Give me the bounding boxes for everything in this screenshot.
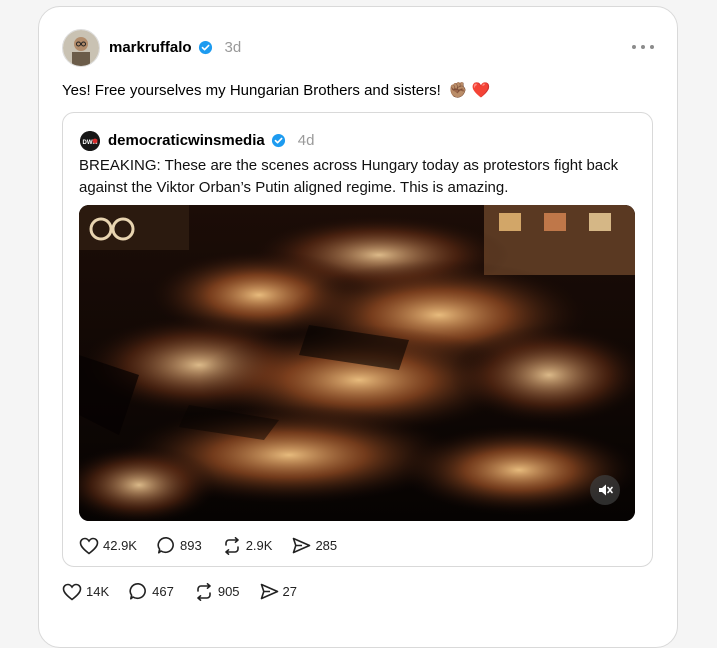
share-count: 285 [315,538,338,553]
post-actions: 14K 467 905 27 [62,582,317,601]
quoted-author: democraticwinsmedia 4d [108,132,314,149]
share-icon [293,537,311,554]
avatar[interactable] [62,29,100,67]
repost-button[interactable]: 905 [194,582,240,601]
comment-button[interactable]: 467 [129,582,174,601]
repost-icon [224,536,239,555]
quoted-text: BREAKING: These are the scenes across Hu… [79,157,619,196]
video-frame [79,205,635,521]
post-age: 3d [224,39,242,56]
comment-icon [129,583,147,600]
repost-button[interactable]: 2.9K [222,536,273,555]
share-button[interactable]: 27 [260,583,297,600]
post-text: Yes! Free yourselves my Hungarian Brothe… [62,81,441,99]
share-button[interactable]: 285 [292,537,337,554]
like-count: 14K [86,584,110,599]
share-count: 27 [282,584,298,599]
like-button[interactable]: 14K [62,583,109,601]
quoted-avatar[interactable]: DWM [80,131,100,151]
video-player[interactable] [79,205,635,521]
comment-count: 467 [152,584,174,599]
repost-icon [197,582,211,601]
mute-icon[interactable] [590,475,620,505]
heart-icon [62,583,82,601]
comment-button[interactable]: 893 [157,536,202,555]
share-icon [260,583,278,600]
like-count: 42.9K [103,538,137,553]
comment-count: 893 [179,538,202,553]
repost-count: 2.9K [245,538,273,553]
verified-icon [198,40,212,55]
post-body: Yes! Free yourselves my Hungarian Brothe… [62,81,491,100]
repost-count: 905 [217,584,240,599]
post-author: markruffalo 3d [109,39,241,56]
like-button[interactable]: 42.9K [79,537,137,555]
quoted-age: 4d [297,132,315,149]
verified-icon [271,133,285,148]
author-name[interactable]: markruffalo [109,39,192,56]
quoted-actions: 42.9K 893 2.9K 285 [79,536,357,555]
comment-icon [157,537,174,554]
heart-icon [79,537,99,555]
more-icon[interactable] [632,45,654,53]
quoted-author-name[interactable]: democraticwinsmedia [108,132,265,149]
post-emoji: ✊🏽 ❤️ [448,82,491,99]
